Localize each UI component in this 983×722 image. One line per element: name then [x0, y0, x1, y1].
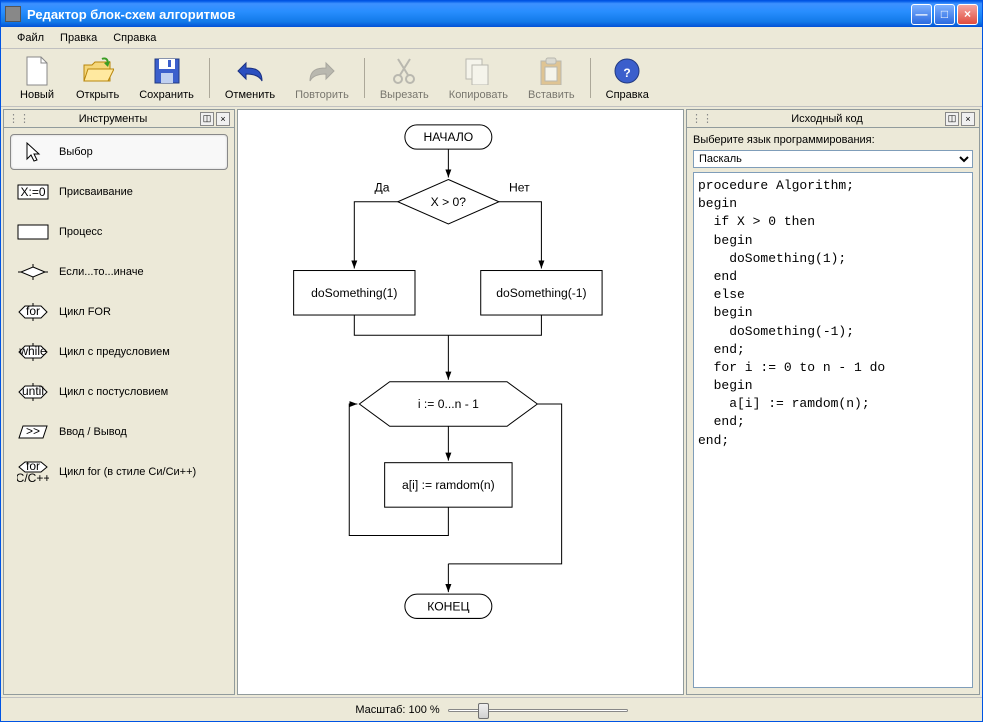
tool-ifelse[interactable]: Если...то...иначе — [10, 254, 228, 290]
help-icon: ? — [611, 55, 643, 87]
tool-forc[interactable]: forC/C++ Цикл for (в стиле Си/Си++) — [10, 454, 228, 490]
panel-close-button[interactable]: × — [216, 112, 230, 126]
tools-panel-title: Инструменты — [28, 113, 198, 125]
folder-open-icon — [82, 55, 114, 87]
ifelse-icon — [17, 263, 49, 281]
tools-list: Выбор X:=0 Присваивание Процесс — [4, 128, 234, 694]
toolbar-separator — [364, 58, 365, 98]
tool-process[interactable]: Процесс — [10, 214, 228, 250]
toolbar: Новый Открыть Сохранить Отменить Повтор — [1, 49, 982, 107]
language-label: Выберите язык программирования: — [693, 134, 973, 146]
undo-icon — [234, 55, 266, 87]
loopbody-label: a[i] := ramdom(n) — [402, 478, 495, 492]
redo-button: Повторить — [286, 52, 358, 104]
titlebar: Редактор блок-схем алгоритмов — □ × — [1, 1, 982, 27]
yes-label: Да — [375, 181, 390, 195]
panel-close-button[interactable]: × — [961, 112, 975, 126]
slider-thumb[interactable] — [478, 703, 489, 719]
code-panel-body: Выберите язык программирования: Паскаль … — [687, 128, 979, 694]
app-window: Редактор блок-схем алгоритмов — □ × Файл… — [0, 0, 983, 722]
process-icon — [17, 223, 49, 241]
tool-assign[interactable]: X:=0 Присваивание — [10, 174, 228, 210]
window-title: Редактор блок-схем алгоритмов — [27, 7, 909, 22]
toolbar-separator — [209, 58, 210, 98]
open-button[interactable]: Открыть — [67, 52, 128, 104]
until-icon: until — [17, 383, 49, 401]
redo-icon — [306, 55, 338, 87]
file-new-icon — [21, 55, 53, 87]
code-panel-header: ⋮⋮ Исходный код ◫ × — [687, 110, 979, 128]
main-area: ⋮⋮ Инструменты ◫ × Выбор X:=0 Присваиван… — [1, 107, 982, 697]
cursor-icon — [17, 143, 49, 161]
slider-track — [448, 709, 628, 712]
app-icon — [5, 6, 21, 22]
assign-icon: X:=0 — [17, 183, 49, 201]
undo-button[interactable]: Отменить — [216, 52, 284, 104]
help-button[interactable]: ? Справка — [597, 52, 658, 104]
decision-label: X > 0? — [431, 195, 467, 209]
for-icon: for — [17, 303, 49, 321]
tool-io[interactable]: >> Ввод / Вывод — [10, 414, 228, 450]
cut-button: Вырезать — [371, 52, 438, 104]
menu-edit[interactable]: Правка — [52, 30, 105, 46]
grip-icon: ⋮⋮ — [8, 112, 28, 125]
new-button[interactable]: Новый — [9, 52, 65, 104]
tools-panel-header: ⋮⋮ Инструменты ◫ × — [4, 110, 234, 128]
tools-panel: ⋮⋮ Инструменты ◫ × Выбор X:=0 Присваиван… — [3, 109, 235, 695]
tool-select[interactable]: Выбор — [10, 134, 228, 170]
code-panel-title: Исходный код — [711, 113, 943, 125]
code-output[interactable]: procedure Algorithm; begin if X > 0 then… — [693, 172, 973, 688]
grip-icon: ⋮⋮ — [691, 112, 711, 125]
tool-until[interactable]: until Цикл с постусловием — [10, 374, 228, 410]
copy-icon — [462, 55, 494, 87]
start-label: НАЧАЛО — [423, 130, 473, 144]
loop-label: i := 0...n - 1 — [418, 397, 479, 411]
menubar: Файл Правка Справка — [1, 27, 982, 49]
svg-text:until: until — [22, 384, 44, 398]
cut-icon — [388, 55, 420, 87]
svg-text:?: ? — [624, 66, 631, 80]
tool-while[interactable]: while Цикл с предусловием — [10, 334, 228, 370]
menu-file[interactable]: Файл — [9, 30, 52, 46]
svg-text:for: for — [26, 304, 40, 318]
flowchart-canvas[interactable]: НАЧАЛО X > 0? Да Нет doSomething(1) doSo… — [237, 109, 684, 695]
process1-label: doSomething(1) — [311, 286, 397, 300]
menu-help[interactable]: Справка — [105, 30, 164, 46]
svg-text:while: while — [18, 344, 47, 358]
zoom-label: Масштаб: 100 % — [355, 704, 439, 716]
minimize-button[interactable]: — — [911, 4, 932, 25]
tool-for[interactable]: for Цикл FOR — [10, 294, 228, 330]
while-icon: while — [17, 343, 49, 361]
canvas-panel: НАЧАЛО X > 0? Да Нет doSomething(1) doSo… — [237, 109, 684, 695]
no-label: Нет — [509, 181, 530, 195]
svg-text:>>: >> — [26, 424, 40, 438]
copy-button: Копировать — [440, 52, 517, 104]
svg-text:X:=0: X:=0 — [20, 185, 45, 199]
statusbar: Масштаб: 100 % — [1, 697, 982, 721]
forc-icon: forC/C++ — [17, 463, 49, 481]
svg-text:C/C++: C/C++ — [17, 471, 49, 484]
paste-button: Вставить — [519, 52, 584, 104]
toolbar-separator — [590, 58, 591, 98]
save-button[interactable]: Сохранить — [130, 52, 203, 104]
close-button[interactable]: × — [957, 4, 978, 25]
io-icon: >> — [17, 423, 49, 441]
process2-label: doSomething(-1) — [496, 286, 586, 300]
end-label: КОНЕЦ — [427, 599, 469, 613]
save-icon — [151, 55, 183, 87]
panel-detach-button[interactable]: ◫ — [200, 112, 214, 126]
code-panel: ⋮⋮ Исходный код ◫ × Выберите язык програ… — [686, 109, 980, 695]
paste-icon — [535, 55, 567, 87]
zoom-slider[interactable] — [448, 701, 628, 719]
language-select[interactable]: Паскаль — [693, 150, 973, 168]
maximize-button[interactable]: □ — [934, 4, 955, 25]
panel-detach-button[interactable]: ◫ — [945, 112, 959, 126]
